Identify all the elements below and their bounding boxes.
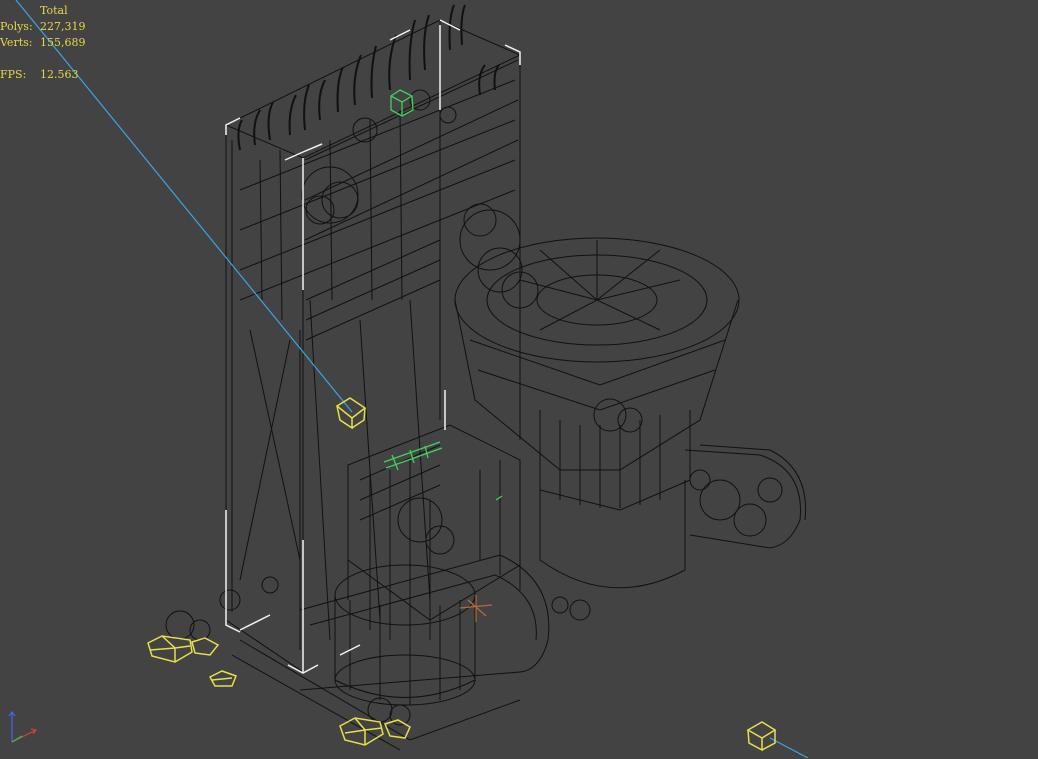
verts-value: 155,689: [40, 36, 86, 49]
fps-value: 12.563: [40, 68, 79, 81]
verts-row: Verts: 155,689: [0, 35, 86, 51]
tower-wireframe[interactable]: [224, 19, 522, 673]
grass-wireframe: [237, 4, 500, 151]
signage-green[interactable]: [383, 441, 443, 471]
detail-green-dot: [495, 495, 503, 501]
camera-box-icon[interactable]: [335, 397, 367, 430]
shrub-wireframe: [165, 89, 783, 726]
rotunda-wireframe[interactable]: [454, 237, 740, 589]
axis-tripod-icon: [8, 711, 38, 743]
selection-bracket: [225, 19, 521, 674]
fps-label: FPS:: [0, 68, 27, 81]
3d-viewport[interactable]: Total Polys: 227,319 Verts: 155,689 FPS: 12…: [0, 0, 1038, 759]
stats-gap: [0, 51, 86, 67]
light-box-icon[interactable]: [746, 721, 777, 752]
rock-group-left[interactable]: [147, 635, 237, 687]
stats-header: Total: [40, 4, 68, 17]
wireframe-scene[interactable]: [0, 0, 1038, 759]
polys-value: 227,319: [40, 20, 86, 33]
polys-label: Polys:: [0, 20, 33, 33]
viewport-statistics: Total Polys: 227,319 Verts: 155,689 FPS: 12…: [0, 3, 86, 83]
fps-row: FPS: 12.563: [0, 67, 86, 83]
plinth-wireframe[interactable]: [684, 444, 807, 549]
polys-row: Polys: 227,319: [0, 19, 86, 35]
lower-block-wireframe[interactable]: [231, 424, 550, 751]
verts-label: Verts:: [0, 36, 33, 49]
plant-pot-green[interactable]: [390, 89, 414, 117]
